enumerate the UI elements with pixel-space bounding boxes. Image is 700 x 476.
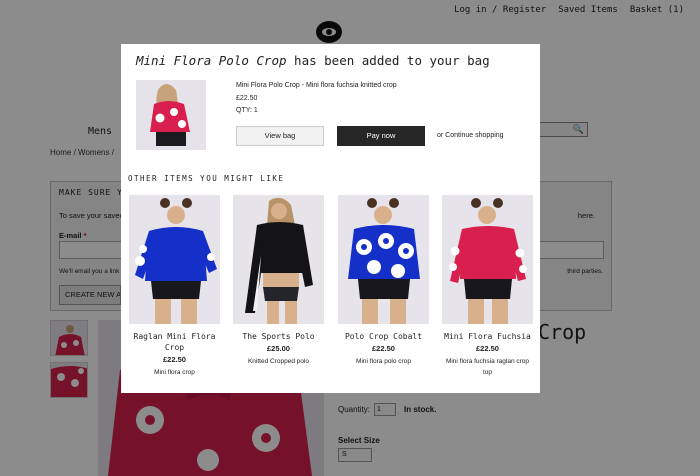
recommendation-image[interactable]	[442, 195, 533, 324]
recommendation-description: Mini flora fuchsia raglan crop top	[445, 358, 530, 376]
recommendation-description: Mini flora polo crop	[356, 358, 411, 365]
recommendation-name[interactable]: Polo Crop Cobalt	[338, 331, 429, 342]
recommendation-image[interactable]	[338, 195, 429, 324]
added-suffix: has been added to your bag	[286, 53, 490, 68]
continue-shopping-link[interactable]: or Continue shopping	[437, 132, 504, 139]
modal-title: Mini Flora Polo Crop has been added to y…	[136, 53, 490, 68]
recommendation-card[interactable]: Mini Flora Fuchsia £22.50 Mini flora fuc…	[442, 195, 533, 378]
added-item-qty: QTY: 1	[236, 107, 258, 114]
added-item-name: Mini Flora Polo Crop - Mini flora fuchsi…	[236, 82, 397, 89]
recommendation-card[interactable]: Polo Crop Cobalt £22.50 Mini flora polo …	[338, 195, 429, 367]
added-item-price: £22.50	[236, 95, 258, 102]
recommendation-image[interactable]	[129, 195, 220, 324]
added-product-name: Mini Flora Polo Crop	[136, 53, 287, 68]
recommendation-price: £25.00	[267, 344, 290, 353]
added-to-bag-modal: Mini Flora Polo Crop has been added to y…	[121, 44, 540, 393]
recommendation-image[interactable]	[233, 195, 324, 324]
recommendation-card[interactable]: Raglan Mini Flora Crop £22.50 Mini flora…	[129, 195, 220, 378]
pay-now-button[interactable]: Pay now	[337, 126, 425, 146]
recommendation-name[interactable]: The Sports Polo	[233, 331, 324, 342]
view-bag-button[interactable]: View bag	[236, 126, 324, 146]
recommendation-description: Mini flora crop	[154, 369, 195, 376]
recommendation-card[interactable]: The Sports Polo £25.00 Knitted Cropped p…	[233, 195, 324, 367]
recommendation-description: Knitted Cropped polo	[247, 358, 310, 365]
recommendation-price: £22.50	[372, 344, 395, 353]
recommendation-name[interactable]: Raglan Mini Flora Crop	[129, 331, 220, 353]
recommendation-price: £22.50	[476, 344, 499, 353]
added-product-image	[136, 80, 206, 150]
recommendations-heading: OTHER ITEMS YOU MIGHT LIKE	[128, 174, 285, 183]
recommendation-price: £22.50	[163, 355, 186, 364]
recommendation-name[interactable]: Mini Flora Fuchsia	[442, 331, 533, 342]
